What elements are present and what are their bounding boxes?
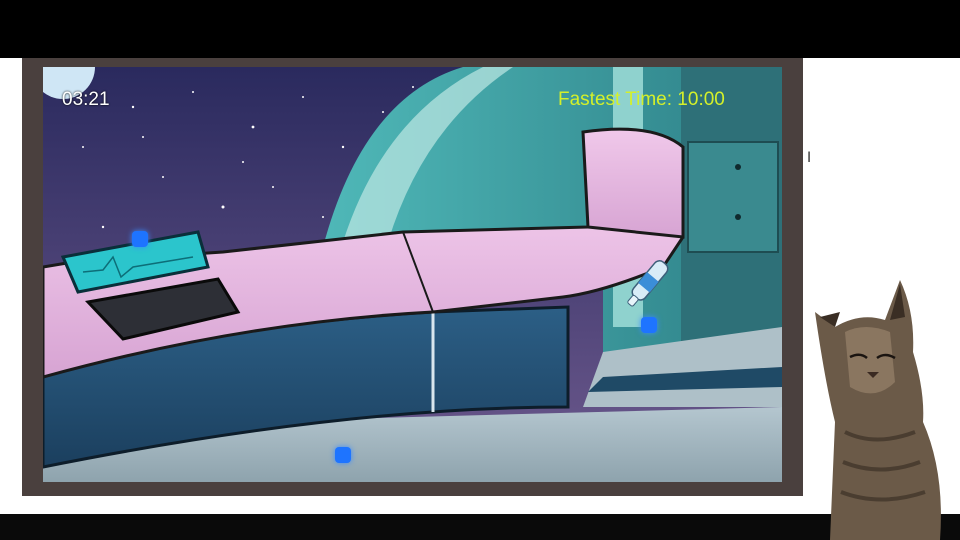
fastest-time-label: Fastest Time: 10:00 bbox=[558, 89, 725, 110]
cabinet-knob bbox=[735, 214, 741, 220]
hotspot-monitor[interactable] bbox=[132, 231, 148, 247]
game-scene[interactable] bbox=[43, 67, 782, 482]
hotspot-floor[interactable] bbox=[335, 447, 351, 463]
webcam-cat-overlay bbox=[815, 280, 941, 540]
cabinet-knob bbox=[735, 164, 741, 170]
cabinet-panel bbox=[687, 141, 779, 253]
couch-backrest bbox=[581, 127, 685, 239]
hotspot-bottle[interactable] bbox=[641, 317, 657, 333]
text-cursor-icon: I bbox=[807, 150, 812, 166]
elapsed-timer: 03:21 bbox=[62, 89, 110, 110]
